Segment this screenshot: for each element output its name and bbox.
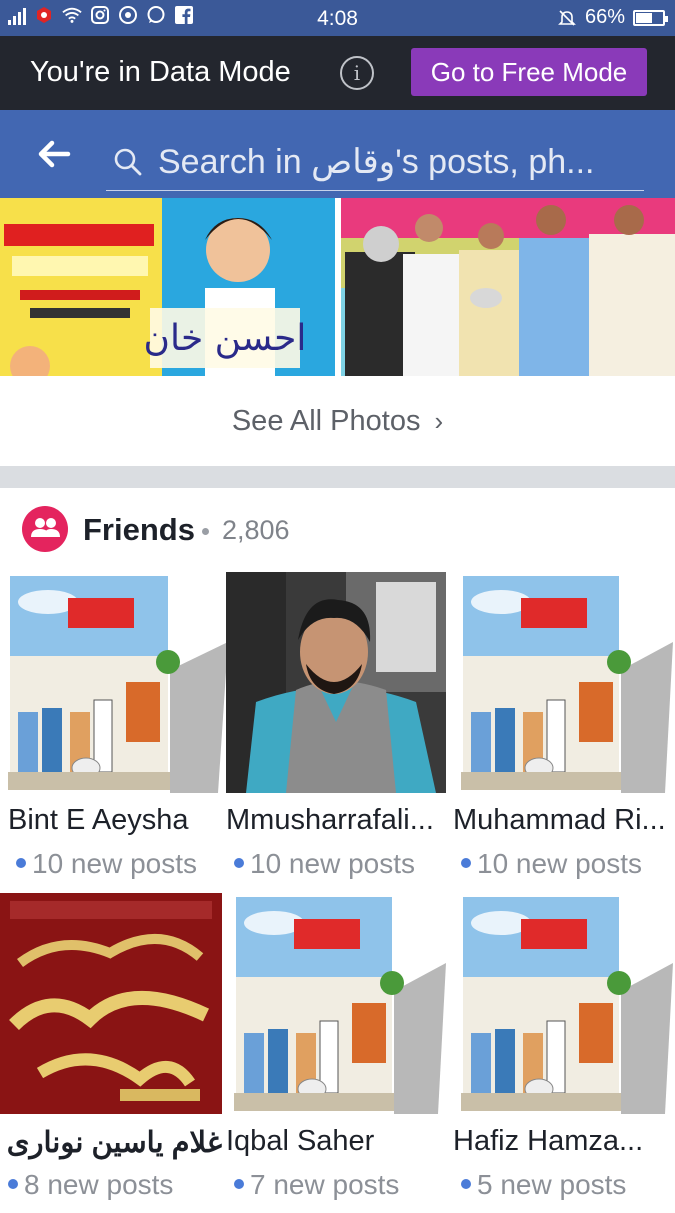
- friend-profile-picture[interactable]: [453, 572, 673, 793]
- section-divider: [0, 466, 675, 488]
- friends-section-header: Friends 2,806: [0, 488, 675, 572]
- friend-card[interactable]: Hafiz Hamza... 5 new posts: [453, 893, 673, 1213]
- friends-count: 2,806: [222, 515, 290, 545]
- status-bar: 4:08 66%: [0, 0, 675, 36]
- silent-icon: [557, 8, 577, 28]
- see-all-photos-label: See All Photos: [231, 405, 421, 437]
- separator-dot: [202, 528, 209, 535]
- friend-new-posts: 8 new posts: [8, 1169, 173, 1201]
- status-icons-right: 66%: [557, 6, 668, 29]
- new-posts-count: 7 new posts: [250, 1169, 400, 1200]
- back-arrow-icon[interactable]: [34, 134, 74, 174]
- friend-card[interactable]: غلام یاسین نوناری 8 new posts: [0, 893, 222, 1213]
- friends-title[interactable]: Friends: [83, 512, 195, 548]
- friend-card[interactable]: Iqbal Saher 7 new posts: [226, 893, 446, 1213]
- friend-new-posts: 7 new posts: [234, 1169, 399, 1201]
- friend-profile-picture[interactable]: [0, 893, 222, 1114]
- search-header: Search in وقاص's posts, ph...: [0, 110, 675, 198]
- search-placeholder: Search in وقاص's posts, ph...: [158, 143, 595, 181]
- friends-icon: [22, 506, 68, 552]
- search-icon: [112, 146, 144, 178]
- friend-card[interactable]: Mmusharrafali... 10 new posts: [226, 572, 446, 892]
- see-all-photos-link[interactable]: See All Photos ›: [0, 376, 675, 466]
- battery-icon: [633, 9, 668, 26]
- new-posts-count: 10 new posts: [477, 848, 642, 879]
- new-posts-dot: [16, 857, 26, 868]
- friend-profile-picture[interactable]: [226, 893, 446, 1114]
- new-posts-dot: [461, 857, 471, 868]
- friend-name[interactable]: Iqbal Saher: [226, 1125, 448, 1158]
- friend-profile-picture[interactable]: [226, 572, 446, 793]
- friend-new-posts: 5 new posts: [461, 1169, 626, 1201]
- chevron-right-icon: ›: [434, 406, 444, 436]
- new-posts-dot: [234, 1178, 244, 1189]
- friend-card[interactable]: Bint E Aeysha 10 new posts: [8, 572, 228, 892]
- photo-thumbnail[interactable]: [341, 198, 675, 376]
- new-posts-count: 8 new posts: [24, 1169, 174, 1200]
- new-posts-dot: [461, 1178, 471, 1189]
- friend-new-posts: 10 new posts: [16, 848, 197, 880]
- friend-name[interactable]: Mmusharrafali...: [226, 804, 448, 837]
- search-input[interactable]: Search in وقاص's posts, ph...: [106, 130, 644, 191]
- friend-name[interactable]: Bint E Aeysha: [8, 804, 230, 837]
- friend-name[interactable]: Hafiz Hamza...: [453, 1125, 675, 1158]
- new-posts-count: 5 new posts: [477, 1169, 627, 1200]
- photos-strip: احسن خان: [0, 198, 675, 376]
- info-icon[interactable]: i: [340, 56, 374, 90]
- friend-name[interactable]: Muhammad Ri...: [453, 804, 675, 837]
- data-mode-banner: You're in Data Mode i Go to Free Mode: [0, 36, 675, 110]
- svg-text:احسن خان: احسن خان: [144, 318, 307, 359]
- new-posts-dot: [8, 1178, 18, 1189]
- friend-profile-picture[interactable]: [453, 893, 673, 1114]
- new-posts-count: 10 new posts: [32, 848, 197, 879]
- new-posts-dot: [234, 857, 244, 868]
- friend-new-posts: 10 new posts: [234, 848, 415, 880]
- friend-name[interactable]: غلام یاسین نوناری: [0, 1125, 222, 1160]
- go-to-free-mode-button[interactable]: Go to Free Mode: [411, 48, 647, 96]
- battery-percent: 66%: [584, 6, 625, 28]
- new-posts-count: 10 new posts: [250, 848, 415, 879]
- photo-thumbnail[interactable]: احسن خان: [0, 198, 335, 376]
- friend-new-posts: 10 new posts: [461, 848, 642, 880]
- friend-profile-picture[interactable]: [8, 572, 228, 793]
- friend-card[interactable]: Muhammad Ri... 10 new posts: [453, 572, 673, 892]
- data-mode-message: You're in Data Mode: [30, 56, 291, 88]
- battery-fill: [636, 12, 653, 23]
